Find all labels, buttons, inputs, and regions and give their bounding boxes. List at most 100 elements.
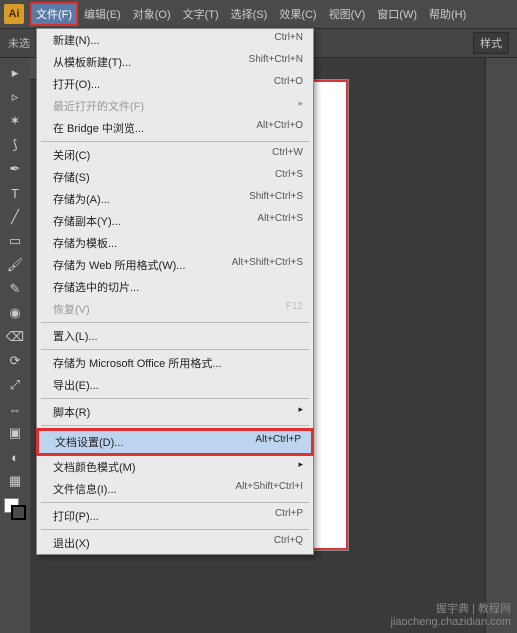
menu-item-12[interactable]: 存储选中的切片... bbox=[37, 276, 313, 298]
direct-select-tool[interactable]: ▹ bbox=[3, 86, 27, 108]
menu-item-23[interactable]: 文档颜色模式(M) bbox=[37, 456, 313, 478]
menu-item-shortcut: Ctrl+P bbox=[275, 508, 303, 524]
line-tool[interactable]: ╱ bbox=[3, 206, 27, 228]
menu-item-label: 恢复(V) bbox=[53, 301, 90, 317]
lasso-tool[interactable]: ⟆ bbox=[3, 134, 27, 156]
menu-7[interactable]: 窗口(W) bbox=[371, 2, 423, 26]
menu-item-shortcut: Ctrl+N bbox=[274, 32, 303, 48]
menu-item-label: 新建(N)... bbox=[53, 32, 99, 48]
menu-separator bbox=[41, 141, 309, 142]
menu-item-3: 最近打开的文件(F) bbox=[37, 95, 313, 117]
pen-tool[interactable]: ✒ bbox=[3, 158, 27, 180]
menu-item-label: 存储副本(Y)... bbox=[53, 213, 121, 229]
magic-wand-tool[interactable]: ✶ bbox=[3, 110, 27, 132]
type-tool[interactable]: T bbox=[3, 182, 27, 204]
eraser-tool[interactable]: ⌫ bbox=[3, 326, 27, 348]
menu-3[interactable]: 文字(T) bbox=[177, 2, 225, 26]
menu-item-22[interactable]: 文档设置(D)... Alt+Ctrl+P bbox=[39, 431, 311, 453]
menu-item-6[interactable]: 关闭(C) Ctrl+W bbox=[37, 144, 313, 166]
menu-item-label: 在 Bridge 中浏览... bbox=[53, 120, 144, 136]
rect-tool[interactable]: ▭ bbox=[3, 230, 27, 252]
menu-item-shortcut: Shift+Ctrl+N bbox=[249, 54, 303, 70]
menu-item-10[interactable]: 存储为模板... bbox=[37, 232, 313, 254]
scale-tool[interactable]: ⤢ bbox=[3, 374, 27, 396]
menu-separator bbox=[41, 502, 309, 503]
menu-separator bbox=[41, 529, 309, 530]
menu-item-0[interactable]: 新建(N)... Ctrl+N bbox=[37, 29, 313, 51]
menu-item-15[interactable]: 置入(L)... bbox=[37, 325, 313, 347]
selection-tool[interactable]: ▸ bbox=[3, 62, 27, 84]
menu-1[interactable]: 编辑(E) bbox=[78, 2, 127, 26]
brush-tool[interactable]: 🖌 bbox=[3, 254, 27, 276]
menu-item-label: 存储为模板... bbox=[53, 235, 117, 251]
stroke-swatch[interactable] bbox=[11, 505, 26, 520]
menu-item-label: 脚本(R) bbox=[53, 404, 90, 420]
menu-item-label: 存储(S) bbox=[53, 169, 90, 185]
menu-item-13: 恢复(V) F12 bbox=[37, 298, 313, 320]
menu-item-label: 文档颜色模式(M) bbox=[53, 459, 136, 475]
menu-item-shortcut: Ctrl+Q bbox=[274, 535, 303, 551]
menu-4[interactable]: 选择(S) bbox=[225, 2, 274, 26]
menu-item-2[interactable]: 打开(O)...Ctrl+O bbox=[37, 73, 313, 95]
menu-item-shortcut: Ctrl+W bbox=[272, 147, 303, 163]
pencil-tool[interactable]: ✎ bbox=[3, 278, 27, 300]
menu-6[interactable]: 视图(V) bbox=[323, 2, 372, 26]
app-logo-icon: Ai bbox=[4, 4, 24, 24]
menu-item-label: 退出(X) bbox=[53, 535, 90, 551]
menu-item-shortcut: Alt+Ctrl+O bbox=[256, 120, 303, 136]
menu-separator bbox=[41, 425, 309, 426]
menu-item-label: 导出(E)... bbox=[53, 377, 99, 393]
menu-item-label: 存储为(A)... bbox=[53, 191, 110, 207]
menu-item-18[interactable]: 导出(E)... bbox=[37, 374, 313, 396]
blob-brush-tool[interactable]: ◉ bbox=[3, 302, 27, 324]
menu-item-label: 打开(O)... bbox=[53, 76, 100, 92]
menu-bar: 文件(F)编辑(E)对象(O)文字(T)选择(S)效果(C)视图(V)窗口(W)… bbox=[30, 2, 472, 26]
menu-item-7[interactable]: 存储(S) Ctrl+S bbox=[37, 166, 313, 188]
menu-item-1[interactable]: 从模板新建(T)...Shift+Ctrl+N bbox=[37, 51, 313, 73]
menu-item-17[interactable]: 存储为 Microsoft Office 所用格式... bbox=[37, 352, 313, 374]
menu-item-shortcut: Alt+Ctrl+S bbox=[257, 213, 303, 229]
menu-item-8[interactable]: 存储为(A)... Shift+Ctrl+S bbox=[37, 188, 313, 210]
menu-item-shortcut: Alt+Ctrl+P bbox=[255, 434, 301, 450]
menu-item-label: 存储为 Web 所用格式(W)... bbox=[53, 257, 185, 273]
menu-item-label: 文件信息(I)... bbox=[53, 481, 117, 497]
shape-builder-tool[interactable]: ◐ bbox=[3, 446, 27, 468]
right-dock[interactable] bbox=[485, 58, 517, 633]
menu-item-24[interactable]: 文件信息(I)... Alt+Shift+Ctrl+I bbox=[37, 478, 313, 500]
menu-5[interactable]: 效果(C) bbox=[273, 2, 322, 26]
menu-item-9[interactable]: 存储副本(Y)... Alt+Ctrl+S bbox=[37, 210, 313, 232]
no-selection-label: 未选 bbox=[8, 35, 30, 51]
width-tool[interactable]: ⇔ bbox=[3, 398, 27, 420]
menu-item-26[interactable]: 打印(P)... Ctrl+P bbox=[37, 505, 313, 527]
menu-item-20[interactable]: 脚本(R) bbox=[37, 401, 313, 423]
menu-item-shortcut: F12 bbox=[286, 301, 303, 317]
menu-item-label: 存储为 Microsoft Office 所用格式... bbox=[53, 355, 222, 371]
menu-2[interactable]: 对象(O) bbox=[127, 2, 177, 26]
menu-item-28[interactable]: 退出(X) Ctrl+Q bbox=[37, 532, 313, 554]
file-menu-dropdown: 新建(N)...Ctrl+N从模板新建(T)...Shift+Ctrl+N打开(… bbox=[36, 28, 314, 555]
watermark: 握宇典 | 教程网 jiaocheng.chazidian.com bbox=[391, 603, 511, 629]
menu-item-label: 打印(P)... bbox=[53, 508, 99, 524]
color-swatch[interactable] bbox=[4, 498, 26, 520]
menu-item-shortcut: Alt+Shift+Ctrl+I bbox=[235, 481, 303, 497]
tool-panel: ▸▹✶⟆✒T╱▭🖌✎◉⌫⟳⤢⇔▣◐▦ bbox=[0, 58, 30, 633]
menu-item-shortcut: Shift+Ctrl+S bbox=[249, 191, 303, 207]
rotate-tool[interactable]: ⟳ bbox=[3, 350, 27, 372]
menu-8[interactable]: 帮助(H) bbox=[423, 2, 472, 26]
menu-item-11[interactable]: 存储为 Web 所用格式(W)... Alt+Shift+Ctrl+S bbox=[37, 254, 313, 276]
menu-item-shortcut: Alt+Shift+Ctrl+S bbox=[232, 257, 303, 273]
highlighted-menu-item: 文档设置(D)... Alt+Ctrl+P bbox=[36, 428, 314, 456]
menu-item-label: 文档设置(D)... bbox=[55, 434, 123, 450]
menu-0[interactable]: 文件(F) bbox=[30, 2, 78, 26]
style-button[interactable]: 样式 bbox=[473, 32, 509, 54]
menu-item-shortcut: Ctrl+S bbox=[275, 169, 303, 185]
perspective-tool[interactable]: ▦ bbox=[3, 470, 27, 492]
menu-item-label: 关闭(C) bbox=[53, 147, 90, 163]
menu-item-4[interactable]: 在 Bridge 中浏览... Alt+Ctrl+O bbox=[37, 117, 313, 139]
menu-item-label: 最近打开的文件(F) bbox=[53, 98, 144, 114]
menu-separator bbox=[41, 349, 309, 350]
title-bar: Ai 文件(F)编辑(E)对象(O)文字(T)选择(S)效果(C)视图(V)窗口… bbox=[0, 0, 517, 28]
menu-item-label: 存储选中的切片... bbox=[53, 279, 139, 295]
menu-item-label: 置入(L)... bbox=[53, 328, 98, 344]
free-transform-tool[interactable]: ▣ bbox=[3, 422, 27, 444]
